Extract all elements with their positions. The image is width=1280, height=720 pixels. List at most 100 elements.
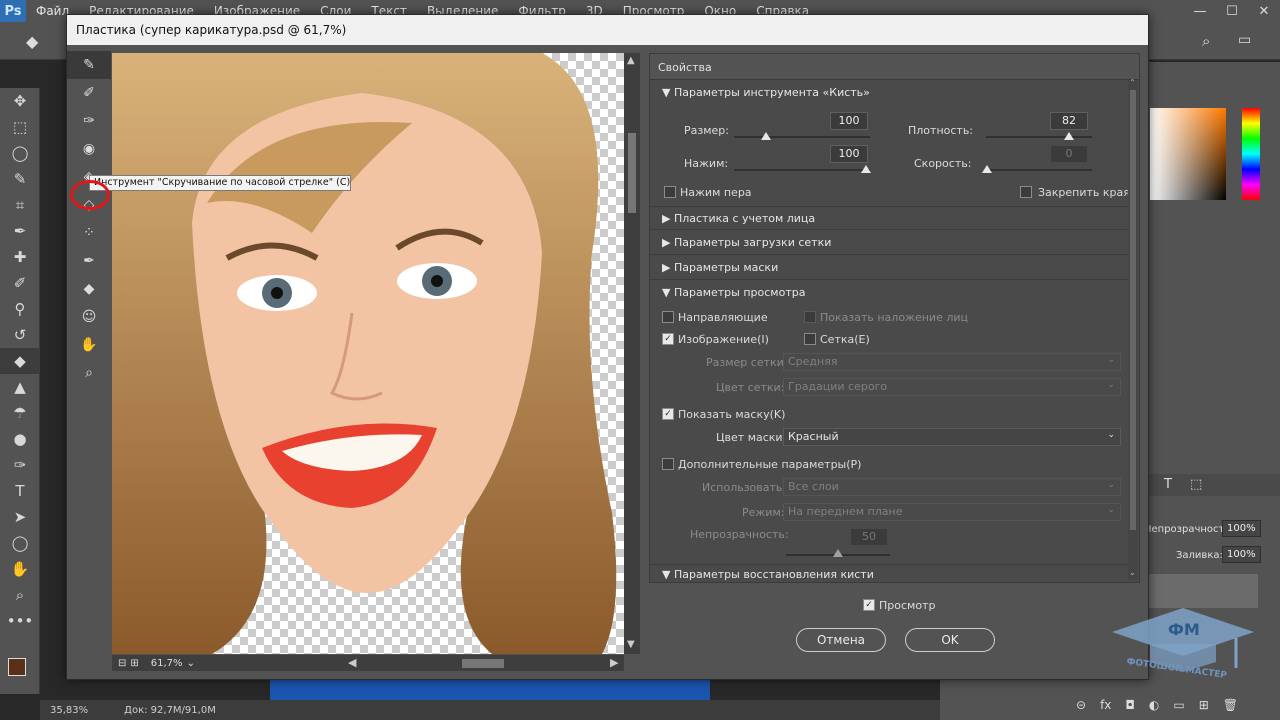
smooth-icon[interactable]: ✑ — [67, 107, 111, 135]
minimize-icon[interactable]: — — [1184, 0, 1216, 22]
pressure-input[interactable]: 100 — [830, 145, 868, 163]
maximize-icon[interactable]: ☐ — [1216, 0, 1248, 22]
zoom-tool-icon[interactable]: ⌕ — [0, 582, 40, 608]
vscroll-thumb[interactable] — [628, 133, 636, 213]
size-slider[interactable] — [734, 136, 870, 138]
pressure-slider[interactable] — [734, 169, 870, 171]
mask-section[interactable]: ▶ Параметры маски — [650, 256, 1128, 280]
move-tool-icon[interactable]: ✥ — [0, 88, 40, 114]
ok-button[interactable]: OK — [905, 628, 995, 652]
brush-tool-icon[interactable]: ✐ — [0, 270, 40, 296]
zoom-value[interactable]: 61,7% — [151, 658, 183, 669]
backdrop-opacity-thumb[interactable] — [833, 549, 843, 557]
crop-tool-icon[interactable]: ⌗ — [0, 192, 40, 218]
twirl-clockwise-icon[interactable]: ◉ — [67, 135, 111, 163]
paint-bucket-icon[interactable]: ▲ — [0, 374, 40, 400]
dodge-icon[interactable]: ● — [0, 426, 40, 452]
thaw-mask-icon[interactable]: ◆ — [67, 275, 111, 303]
guides-checkbox[interactable] — [662, 311, 674, 323]
status-zoom[interactable]: 35,83% — [50, 705, 88, 716]
pen-pressure-checkbox[interactable] — [664, 186, 676, 198]
marquee-tool-icon[interactable]: ⬚ — [0, 114, 40, 140]
size-input[interactable]: 100 — [830, 112, 868, 130]
cancel-button[interactable]: Отмена — [796, 628, 886, 652]
shape-filter-icon[interactable]: ⬚ — [1190, 477, 1202, 492]
ellipse-tool-icon[interactable]: ◯ — [0, 530, 40, 556]
hscroll-thumb[interactable] — [462, 659, 504, 668]
scroll-left-icon[interactable]: ◀ — [348, 656, 356, 669]
pin-edges-checkbox[interactable] — [1020, 186, 1032, 198]
path-select-icon[interactable]: ➤ — [0, 504, 40, 530]
mesh-checkbox[interactable] — [804, 333, 816, 345]
add-mask-icon[interactable]: ◘ — [1125, 698, 1135, 712]
preview-checkbox[interactable]: ✓ — [863, 599, 875, 611]
clone-stamp-icon[interactable]: ⚲ — [0, 296, 40, 322]
zoom-dropdown-icon[interactable]: ⌄ — [187, 658, 195, 669]
type-tool-icon[interactable]: T — [0, 478, 40, 504]
new-group-icon[interactable]: ▭ — [1173, 698, 1184, 712]
properties-scrollbar[interactable]: ⌃ ⌄ — [1128, 78, 1138, 580]
view-section[interactable]: ▼ Параметры просмотра — [650, 281, 1128, 305]
scroll-down-icon[interactable]: ▼ — [627, 639, 635, 650]
mode-select[interactable]: На переднем плане ⌄ — [783, 503, 1121, 521]
search-icon[interactable]: ⌕ — [1202, 32, 1210, 50]
face-overlay-checkbox[interactable] — [804, 311, 816, 323]
face-aware-section[interactable]: ▶ Пластика с учетом лица — [650, 206, 1128, 230]
type-filter-icon[interactable]: T — [1164, 477, 1172, 492]
reconstruct-section[interactable]: ▼ Параметры восстановления кисти — [650, 564, 1128, 582]
layer-row[interactable] — [1148, 574, 1258, 608]
reconstruct-icon[interactable]: ✐ — [67, 79, 111, 107]
pen-tool-icon[interactable]: ✑ — [0, 452, 40, 478]
eyedropper-icon[interactable]: ✒ — [0, 218, 40, 244]
forward-warp-icon[interactable]: ✎ — [67, 51, 111, 79]
density-slider-thumb[interactable] — [1064, 132, 1074, 140]
pressure-slider-thumb[interactable] — [861, 165, 871, 173]
more-tools-icon[interactable]: ••• — [0, 608, 40, 634]
workspace-icon[interactable]: ▭ — [1238, 32, 1251, 48]
zoom-in-icon[interactable]: ⊞ — [130, 658, 138, 669]
backdrop-checkbox[interactable] — [662, 458, 674, 470]
backdrop-opacity-input[interactable]: 50 — [850, 528, 888, 546]
size-slider-thumb[interactable] — [761, 132, 771, 140]
zoom-out-icon[interactable]: ⊟ — [118, 658, 126, 669]
fx-icon[interactable]: fx — [1100, 698, 1111, 712]
link-layers-icon[interactable]: ⊝ — [1076, 698, 1086, 712]
color-picker-field[interactable] — [1150, 108, 1226, 200]
scroll-up-icon[interactable]: ⌃ — [1129, 78, 1136, 87]
rate-slider[interactable] — [986, 169, 1092, 171]
trash-icon[interactable]: 🗑 — [1223, 698, 1238, 712]
close-icon[interactable]: ✕ — [1248, 0, 1280, 22]
zoom-icon[interactable]: ⌕ — [67, 359, 111, 387]
freeze-mask-icon[interactable]: ✒ — [67, 247, 111, 275]
rate-slider-thumb[interactable] — [982, 165, 992, 173]
scroll-down-icon[interactable]: ⌄ — [1129, 568, 1136, 577]
quick-select-icon[interactable]: ✎ — [0, 166, 40, 192]
hand-icon[interactable]: ✋ — [67, 331, 111, 359]
layer-fill-field[interactable]: 100% — [1222, 546, 1261, 563]
smudge-icon[interactable]: ☂ — [0, 400, 40, 426]
brush-section-header[interactable]: ▼ Параметры инструмента «Кисть» — [650, 81, 1128, 105]
layer-opacity-field[interactable]: 100% — [1222, 520, 1261, 537]
density-slider[interactable] — [986, 136, 1092, 138]
liquify-preview[interactable] — [112, 53, 624, 654]
new-layer-icon[interactable]: ⊞ — [1199, 698, 1209, 712]
push-left-icon[interactable]: ⁘ — [67, 219, 111, 247]
healing-brush-icon[interactable]: ✚ — [0, 244, 40, 270]
load-mesh-section[interactable]: ▶ Параметры загрузки сетки — [650, 231, 1128, 255]
eraser-tool-icon[interactable]: ◆ — [0, 348, 40, 374]
hue-slider[interactable] — [1242, 108, 1260, 200]
mask-color-select[interactable]: Красный ⌄ — [783, 428, 1121, 446]
lasso-tool-icon[interactable]: ◯ — [0, 140, 40, 166]
adjustment-icon[interactable]: ◐ — [1149, 698, 1159, 712]
face-tool-icon[interactable]: ☺ — [67, 303, 111, 331]
foreground-color-swatch[interactable] — [8, 658, 26, 676]
rate-input[interactable]: 0 — [1050, 145, 1088, 163]
history-brush-icon[interactable]: ↺ — [0, 322, 40, 348]
eraser-icon[interactable]: ◆ — [26, 32, 38, 51]
use-select[interactable]: Все слои ⌄ — [783, 478, 1121, 496]
properties-scroll-thumb[interactable] — [1130, 90, 1136, 530]
mesh-color-select[interactable]: Градации серого ⌄ — [783, 378, 1121, 396]
mesh-size-select[interactable]: Средняя ⌄ — [783, 353, 1121, 371]
hand-tool-icon[interactable]: ✋ — [0, 556, 40, 582]
scroll-right-icon[interactable]: ▶ — [610, 656, 618, 669]
